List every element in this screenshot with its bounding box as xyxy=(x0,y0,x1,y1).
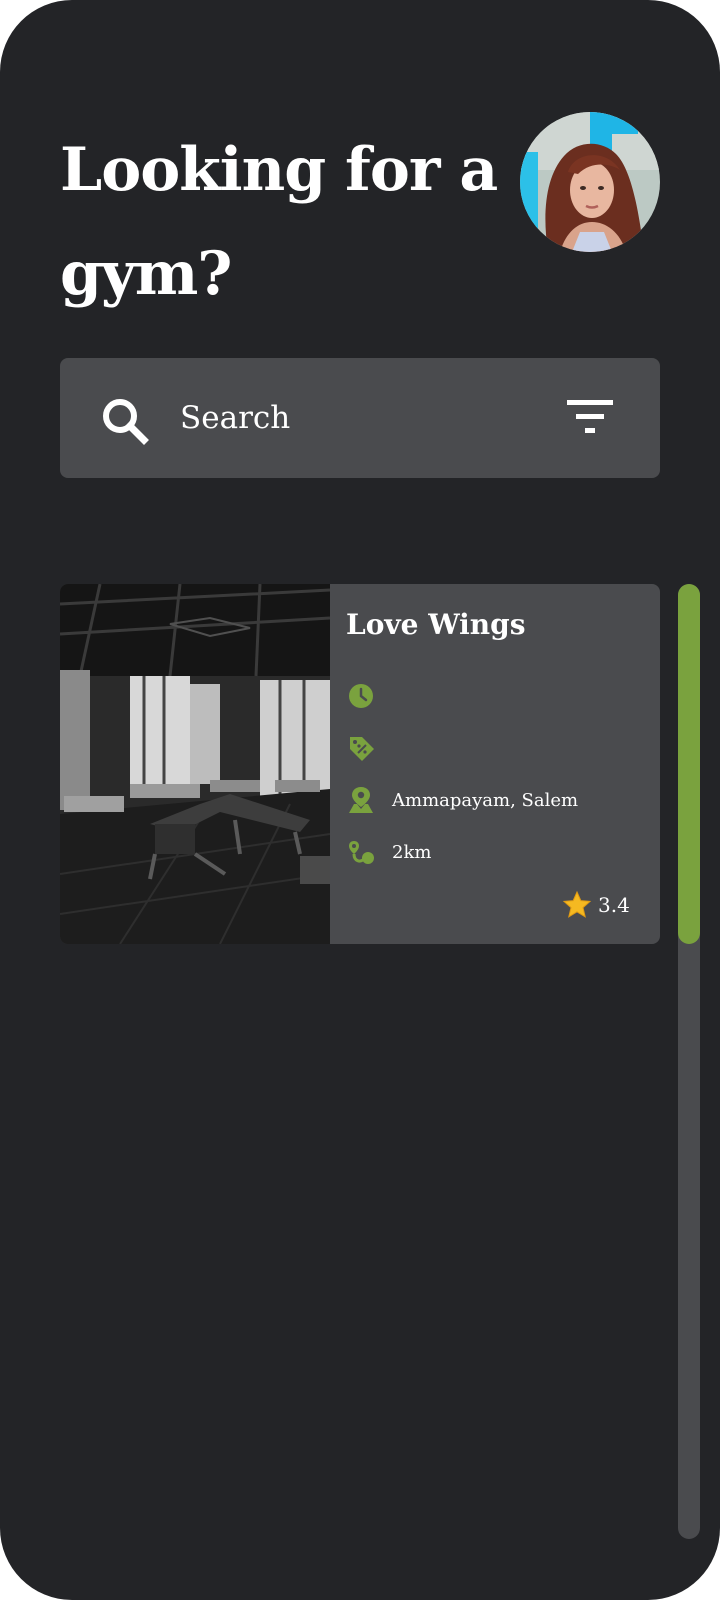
gym-location-row: Ammapayam, Salem xyxy=(346,784,578,816)
gym-photo xyxy=(60,584,330,944)
gym-offer-row xyxy=(346,732,392,764)
avatar[interactable] xyxy=(520,112,660,252)
gym-distance-row: 2km xyxy=(346,836,431,868)
scrollbar-thumb[interactable] xyxy=(678,584,700,944)
filter-icon[interactable] xyxy=(565,398,615,438)
discount-tag-icon xyxy=(350,737,374,761)
gym-hours-row xyxy=(346,680,392,712)
gym-distance: 2km xyxy=(392,841,432,863)
search-icon[interactable] xyxy=(100,396,150,446)
gym-name: Love Wings xyxy=(346,608,526,641)
app-screen: Looking for a gym? Search Love Wings Amm… xyxy=(0,0,720,1600)
search-bar[interactable] xyxy=(60,358,660,478)
search-input[interactable] xyxy=(180,394,540,442)
clock-icon xyxy=(349,684,373,708)
star-icon xyxy=(562,890,592,918)
page-title: Looking for a gym? xyxy=(60,135,498,309)
gym-card[interactable]: Love Wings Ammapayam, Salem 2km 3.4 xyxy=(60,584,660,944)
scrollbar-track[interactable] xyxy=(678,584,700,1539)
gym-rating: 3.4 xyxy=(562,890,630,920)
gym-location: Ammapayam, Salem xyxy=(392,789,579,811)
map-pin-icon xyxy=(349,787,373,813)
rating-value: 3.4 xyxy=(598,893,630,917)
route-icon xyxy=(349,841,374,864)
